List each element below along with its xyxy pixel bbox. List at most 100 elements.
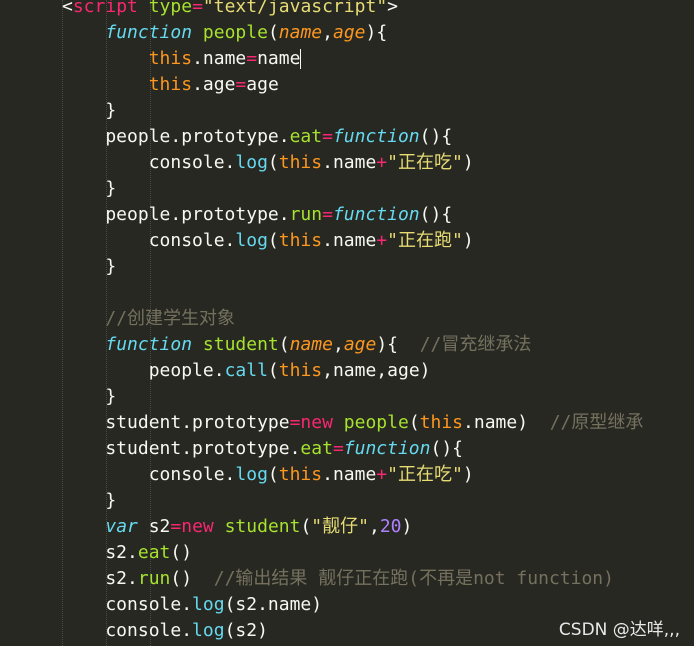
text-cursor <box>300 49 302 69</box>
code-token: var <box>105 516 138 537</box>
code-token: < <box>62 0 73 17</box>
code-token: run <box>137 568 171 589</box>
code-token: ){ <box>365 22 388 43</box>
code-token: ( <box>267 230 279 251</box>
code-token: new <box>181 516 214 537</box>
code-token: + <box>376 464 388 485</box>
code-token: ( <box>267 360 279 381</box>
code-token: "text/javascript" <box>202 0 388 17</box>
code-token: this <box>419 412 464 433</box>
code-editor[interactable]: <script type="text/javascript"> function… <box>0 0 694 646</box>
code-token: this <box>278 230 323 251</box>
code-token: name <box>278 22 323 43</box>
code-token: people <box>343 412 409 433</box>
code-token: //原型继承 <box>549 412 644 433</box>
code-token: + <box>376 230 388 251</box>
code-token: this <box>278 152 323 173</box>
code-token: eat <box>300 438 333 459</box>
code-token: ) <box>401 516 413 537</box>
code-token: + <box>376 152 388 173</box>
code-token: .name <box>322 152 377 173</box>
code-token: function <box>332 204 420 225</box>
code-token: this <box>278 360 323 381</box>
code-token: this <box>278 464 323 485</box>
code-token: "正在跑" <box>387 230 463 251</box>
code-token: ) <box>462 464 474 485</box>
code-token: = <box>332 438 344 459</box>
code-token: , <box>368 516 380 537</box>
code-token: ( <box>267 464 279 485</box>
code-token: = <box>235 74 247 95</box>
code-token: name <box>257 48 301 69</box>
code-token: .name <box>322 464 377 485</box>
code-token: student <box>202 334 279 355</box>
code-token: (){ <box>430 438 463 459</box>
code-token: eat <box>137 542 171 563</box>
code-token: people. <box>62 360 225 381</box>
code-token: console. <box>62 152 236 173</box>
code-token: s2. <box>62 542 138 563</box>
code-token: ( <box>267 22 279 43</box>
code-token: console. <box>62 594 193 615</box>
code-token: ) <box>462 152 474 173</box>
code-token: people.prototype. <box>62 204 290 225</box>
code-token: this <box>148 48 193 69</box>
code-token: name <box>289 334 333 355</box>
code-token: .name <box>322 230 377 251</box>
code-token: age <box>246 74 279 95</box>
code-token: ,name,age) <box>322 360 431 381</box>
code-token: log <box>235 230 268 251</box>
code-token: "靓仔" <box>311 516 369 537</box>
watermark: CSDN @达咩,,, <box>558 620 680 640</box>
code-token: call <box>224 360 268 381</box>
code-token: } <box>62 178 117 199</box>
code-token: ){ <box>376 334 420 355</box>
code-token: } <box>62 256 117 277</box>
code-token: //输出结果 靓仔正在跑(不再是not function) <box>213 568 614 589</box>
code-token: = <box>170 516 182 537</box>
code-token: () <box>170 542 193 563</box>
code-token: people <box>202 22 268 43</box>
code-token: = <box>322 204 333 225</box>
code-token: ) <box>462 230 474 251</box>
code-token: age <box>332 22 366 43</box>
code-token: function <box>343 438 431 459</box>
code-token: log <box>192 620 225 641</box>
code-token: ( <box>278 334 290 355</box>
code-token: function <box>332 126 420 147</box>
code-token: "正在吃" <box>387 464 463 485</box>
code-token: this <box>148 74 193 95</box>
code-token: , <box>332 334 344 355</box>
code-token: () <box>170 568 214 589</box>
code-token: run <box>289 204 323 225</box>
code-token: //创建学生对象 <box>105 308 236 329</box>
code-token: people.prototype. <box>62 126 290 147</box>
code-token: log <box>235 464 268 485</box>
code-token: } <box>62 386 117 407</box>
code-token: ( <box>408 412 420 433</box>
code-token: = <box>289 412 301 433</box>
code-token: .name) <box>463 412 550 433</box>
code-token: log <box>192 594 225 615</box>
code-token: log <box>235 152 268 173</box>
code-token: console. <box>62 620 193 641</box>
code-token: "正在吃" <box>387 152 463 173</box>
code-token: (){ <box>419 126 453 147</box>
code-token: s2. <box>62 568 138 589</box>
code-token: //冒充继承法 <box>419 334 532 355</box>
code-token: } <box>62 100 117 121</box>
code-token: = <box>246 48 258 69</box>
code-token: function <box>105 334 193 355</box>
code-token: script <box>72 0 138 17</box>
code-token: type <box>148 0 193 17</box>
code-token: .name <box>192 48 247 69</box>
